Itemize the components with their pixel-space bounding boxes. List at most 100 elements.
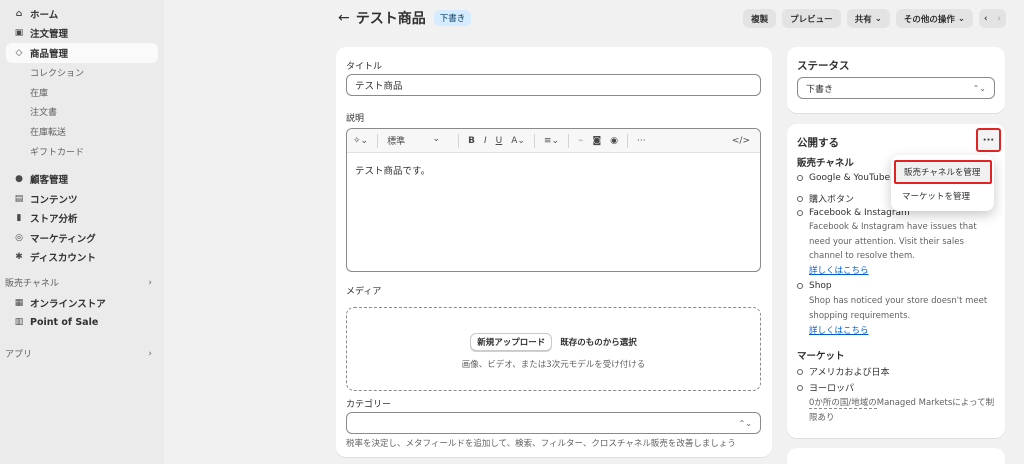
image-icon[interactable]: ◙	[592, 136, 601, 146]
select-arrows-icon: ⌃⌄	[738, 418, 752, 428]
pager: ‹ ›	[978, 9, 1006, 28]
market-usa-japan: アメリカおよび日本	[797, 365, 890, 378]
nav-transfers[interactable]: 在庫転送	[30, 122, 164, 142]
share-label: 共有	[854, 14, 872, 25]
channel-google: Google & YouTube	[797, 173, 890, 183]
back-arrow-icon[interactable]: ←	[338, 10, 350, 26]
align-icon[interactable]: ≡⌄	[544, 136, 559, 146]
apps-section[interactable]: アプリ ›	[0, 344, 164, 364]
status-card: ステータス 下書き ⌃⌄	[787, 47, 1005, 113]
next-card	[787, 448, 1005, 464]
ai-sparkle-icon[interactable]: ✧⌄	[353, 136, 368, 146]
status-badge: 下書き	[433, 10, 472, 26]
nav-home[interactable]: ⌂ ホーム	[6, 4, 158, 24]
header-actions: 複製 プレビュー 共有 ⌄ その他の操作 ⌄ ‹ ›	[743, 9, 1006, 28]
nav-pos[interactable]: ▥ Point of Sale	[6, 312, 158, 332]
link-icon[interactable]: ⌁	[578, 136, 583, 146]
channel-label: Shop	[809, 281, 832, 291]
chevron-down-icon: ⌄	[432, 134, 441, 144]
editor-content[interactable]: テスト商品です。	[347, 153, 760, 187]
nav-gift-cards[interactable]: ギフトカード	[30, 142, 164, 162]
europe-description: 0か所の国/地域のManaged Marketsによって制限あり	[809, 396, 1001, 425]
media-dropzone[interactable]: 新規アップロード 既存のものから選択 画像、ビデオ、または3次元モデルを受け付け…	[346, 307, 761, 391]
select-arrows-icon: ⌃⌄	[972, 83, 986, 93]
status-select[interactable]: 下書き ⌃⌄	[797, 77, 995, 99]
shop-description: Shop has noticed your store doesn't meet…	[809, 296, 988, 321]
europe-desc-part1: 0か所の国/地域の	[809, 398, 877, 409]
prev-arrow-icon[interactable]: ‹	[978, 9, 993, 28]
description-editor[interactable]: ✧⌄ 標準 ⌄ B I U A⌄ ≡⌄ ⌁ ◙ ◉ ··· </> テスト商品で…	[346, 128, 761, 272]
underline-icon[interactable]: U	[496, 136, 503, 146]
format-label: 標準	[387, 137, 406, 147]
markets-heading: マーケット	[797, 351, 845, 362]
media-label: メディア	[346, 287, 382, 297]
manage-markets-item[interactable]: マーケットを管理	[902, 190, 970, 202]
chevron-right-icon: ›	[148, 277, 152, 288]
more-icon[interactable]: ···	[637, 136, 646, 146]
nav-online-store[interactable]: ▦ オンラインストア	[6, 293, 158, 313]
share-button[interactable]: 共有 ⌄	[846, 9, 890, 28]
chevron-down-icon: ⌄	[957, 13, 965, 24]
home-icon: ⌂	[15, 8, 23, 19]
nav-products[interactable]: ◇ 商品管理	[6, 43, 158, 63]
text-color-icon[interactable]: A⌄	[511, 136, 525, 146]
tag-icon: ◇	[15, 47, 23, 58]
discount-icon: ✱	[15, 252, 23, 263]
sales-channels-heading: 販売チャネル	[797, 158, 854, 169]
shop-learn-more-link[interactable]: 詳しくはこちら	[809, 324, 869, 336]
nav-inventory[interactable]: 在庫	[30, 82, 164, 102]
circle-icon	[797, 368, 803, 375]
status-title: ステータス	[797, 60, 850, 72]
nav-label: Point of Sale	[30, 316, 99, 328]
video-icon[interactable]: ◉	[610, 136, 618, 146]
title-input[interactable]: テスト商品	[346, 74, 761, 96]
sidebar: ⌂ ホーム ▣ 注文管理 ◇ 商品管理 コレクション 在庫 注文書 在庫転送 ギ…	[0, 0, 164, 464]
nav-customers[interactable]: ● 顧客管理	[6, 169, 158, 189]
upload-new-button[interactable]: 新規アップロード	[470, 333, 553, 351]
chevron-right-icon: ›	[148, 348, 152, 359]
nav-label: 注文管理	[30, 29, 69, 41]
nav-label: オンラインストア	[30, 298, 106, 310]
channel-facebook: Facebook & Instagram	[797, 208, 910, 218]
italic-icon[interactable]: I	[484, 136, 487, 146]
category-help: 税率を決定し、メタフィールドを追加して、検索、フィルター、クロスチャネル販売を改…	[346, 439, 736, 449]
circle-icon	[797, 210, 803, 216]
facebook-learn-more-link[interactable]: 詳しくはこちら	[809, 264, 869, 276]
select-existing-link[interactable]: 既存のものから選択	[560, 333, 637, 351]
nav-discounts[interactable]: ✱ ディスカウント	[6, 247, 158, 267]
nav-analytics[interactable]: ▮ ストア分析	[6, 208, 158, 228]
facebook-description: Facebook & Instagram have issues that ne…	[809, 222, 977, 261]
format-select[interactable]: 標準 ⌄	[387, 134, 449, 147]
page-title: テスト商品	[355, 11, 426, 27]
content-icon: ▤	[14, 193, 24, 204]
pos-icon: ▥	[14, 317, 24, 328]
more-options-button[interactable]: ···	[976, 128, 1001, 152]
nav-label: 商品管理	[30, 48, 69, 60]
code-icon[interactable]: </>	[732, 136, 750, 146]
nav-label: コンテンツ	[30, 194, 78, 206]
sales-channels-section[interactable]: 販売チャネル ›	[0, 273, 164, 293]
more-actions-button[interactable]: その他の操作 ⌄	[895, 9, 973, 28]
bold-icon[interactable]: B	[468, 136, 475, 146]
category-select[interactable]: ⌃⌄	[346, 412, 761, 434]
nav-collections[interactable]: コレクション	[30, 63, 164, 83]
manage-sales-channels-item[interactable]: 販売チャネルを管理	[894, 160, 992, 184]
inbox-icon: ▣	[14, 28, 24, 39]
nav-marketing[interactable]: ◎ マーケティング	[6, 228, 158, 248]
chevron-down-icon: ⌄	[874, 13, 882, 24]
circle-icon	[797, 283, 803, 289]
target-icon: ◎	[15, 232, 23, 243]
publishing-menu-popover: 販売チャネルを管理 マーケットを管理	[891, 155, 994, 211]
preview-button[interactable]: プレビュー	[782, 9, 841, 28]
nav-purchase-orders[interactable]: 注文書	[30, 102, 164, 122]
publishing-title: 公開する	[797, 137, 839, 149]
next-arrow-icon[interactable]: ›	[992, 9, 1006, 28]
market-label: ヨーロッパ	[809, 384, 855, 394]
nav-content[interactable]: ▤ コンテンツ	[6, 189, 158, 209]
store-icon: ▦	[14, 297, 24, 308]
title-label: タイトル	[346, 62, 383, 72]
status-value: 下書き	[806, 84, 834, 95]
nav-orders[interactable]: ▣ 注文管理	[6, 24, 158, 44]
duplicate-button[interactable]: 複製	[743, 9, 777, 28]
category-label: カテゴリー	[346, 400, 392, 410]
